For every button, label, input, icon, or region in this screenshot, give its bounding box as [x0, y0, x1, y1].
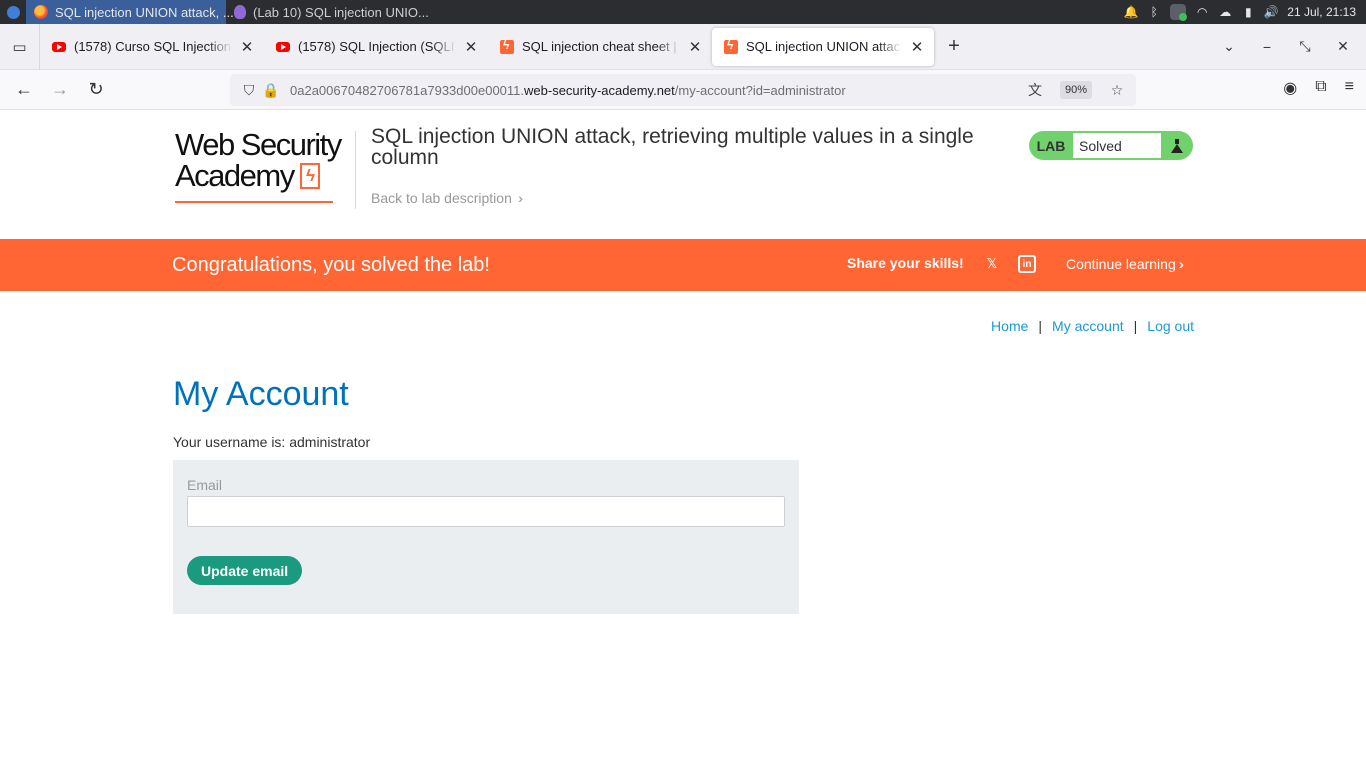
close-tab-icon[interactable]: ✕: [910, 38, 924, 56]
portswigger-icon: [724, 38, 738, 54]
twitter-icon[interactable]: 𝕏: [983, 255, 1001, 273]
list-all-tabs-icon[interactable]: ⌄: [1220, 38, 1238, 55]
extensions-icon[interactable]: ⧉: [1315, 78, 1326, 98]
browser-tab-strip: ▭ (1578) Curso SQL Injection (SQ ✕ (1578…: [0, 23, 1366, 70]
zoom-level[interactable]: 90%: [1059, 81, 1092, 99]
taskbar-task-lab[interactable]: (Lab 10) SQL injection UNIO...: [226, 0, 429, 24]
nav-home-link[interactable]: Home: [991, 318, 1028, 334]
menu-icon[interactable]: ≡: [1345, 78, 1354, 98]
share-skills-label: Share your skills!: [847, 255, 964, 271]
nav-separator: |: [1133, 318, 1138, 334]
page-title: My Account: [173, 375, 349, 413]
translate-icon[interactable]: 文: [1024, 80, 1046, 100]
volume-icon[interactable]: 🔊: [1264, 5, 1279, 19]
battery-icon[interactable]: ▮: [1241, 5, 1255, 19]
cloud-icon[interactable]: ☁: [1218, 5, 1232, 19]
url-bar[interactable]: ⛉ 🔒 0a2a00670482706781a7933d00e00011.web…: [230, 74, 1136, 106]
nav-separator: |: [1038, 318, 1043, 334]
lab-status-text: Solved: [1073, 133, 1161, 158]
new-tab-button[interactable]: +: [934, 35, 974, 58]
youtube-icon: [52, 41, 66, 52]
lightning-bolt-icon: ϟ: [299, 162, 320, 189]
notifications-icon[interactable]: 🔔: [1124, 5, 1139, 19]
close-tab-icon[interactable]: ✕: [240, 38, 254, 56]
lab-status-badge: LAB Solved: [1029, 131, 1193, 160]
taskbar-task-firefox[interactable]: SQL injection UNION attack, ...: [26, 0, 234, 24]
wifi-icon[interactable]: ◠: [1195, 5, 1209, 19]
reload-button[interactable]: ↻: [78, 74, 114, 106]
firefox-view-icon: ▭: [12, 38, 27, 56]
nav-log-out-link[interactable]: Log out: [1147, 318, 1194, 334]
solved-banner: Congratulations, you solved the lab! Sha…: [0, 239, 1366, 291]
browser-tab[interactable]: SQL injection cheat sheet | We ✕: [488, 28, 712, 66]
youtube-icon: [276, 41, 290, 52]
security-shield-icon[interactable]: [1170, 4, 1188, 21]
account-icon[interactable]: ◉: [1283, 78, 1297, 98]
firefox-icon: [34, 5, 48, 19]
system-tray: 🔔 ᛒ ◠ ☁ ▮ 🔊 21 Jul, 21:13: [1124, 4, 1366, 21]
web-security-academy-logo[interactable]: Web Security Academy ϟ: [175, 127, 353, 203]
browser-tab[interactable]: (1578) Curso SQL Injection (SQ ✕: [40, 28, 264, 66]
url-text[interactable]: 0a2a00670482706781a7933d00e00011.web-sec…: [290, 83, 846, 98]
brand-line-2: Academy: [175, 158, 295, 193]
os-taskbar: SQL injection UNION attack, ... (Lab 10)…: [0, 0, 1366, 24]
tracking-protection-icon[interactable]: ⛉: [238, 82, 260, 99]
update-email-button[interactable]: Update email: [187, 556, 303, 585]
navigation-toolbar: ← → ↻ ⛉ 🔒 0a2a00670482706781a7933d00e000…: [0, 70, 1366, 110]
back-button[interactable]: ←: [6, 74, 42, 106]
tab-title: SQL injection cheat sheet | We: [522, 39, 680, 54]
lock-icon[interactable]: 🔒: [260, 82, 282, 99]
brand-line-1: Web Security: [175, 127, 342, 162]
firefox-view-button[interactable]: ▭: [0, 23, 40, 70]
email-label: Email: [187, 477, 223, 493]
close-window-icon[interactable]: ✕: [1334, 38, 1352, 55]
update-email-form: Email Update email: [173, 460, 799, 614]
continue-learning-label: Continue learning: [1066, 256, 1176, 272]
web-page: Web Security Academy ϟ SQL injection UNIO…: [0, 111, 1366, 768]
forward-button[interactable]: →: [42, 74, 78, 106]
site-nav: Home | My account | Log out: [991, 318, 1194, 334]
portswigger-icon: [500, 38, 514, 54]
congratulations-message: Congratulations, you solved the lab!: [172, 254, 490, 276]
lab-header: Web Security Academy ϟ SQL injection UNIO…: [0, 111, 1366, 239]
launcher-icon: [6, 5, 20, 19]
browser-tab[interactable]: (1578) SQL Injection (SQLI) - E ✕: [264, 28, 488, 66]
back-to-lab-description-link[interactable]: Back to lab description ››: [371, 190, 525, 206]
minimize-icon[interactable]: −: [1258, 39, 1276, 55]
bluetooth-icon[interactable]: ᛒ: [1147, 5, 1161, 19]
app-launcher-button[interactable]: [0, 0, 26, 24]
taskbar-task-label: SQL injection UNION attack, ...: [55, 4, 234, 20]
close-tab-icon[interactable]: ✕: [688, 38, 702, 56]
tab-title: (1578) Curso SQL Injection (SQ: [74, 39, 232, 54]
email-field[interactable]: [187, 496, 785, 527]
account-content: My Account Your username is: administrat…: [173, 375, 799, 614]
lab-badge-label: LAB: [1036, 137, 1066, 154]
clock[interactable]: 21 Jul, 21:13: [1287, 5, 1356, 19]
double-chevron-right-icon: ››: [517, 190, 525, 206]
taskbar-task-label: (Lab 10) SQL injection UNIO...: [253, 4, 429, 20]
back-link-label: Back to lab description: [371, 190, 512, 206]
tab-title: (1578) SQL Injection (SQLI) - E: [298, 39, 456, 54]
close-tab-icon[interactable]: ✕: [464, 38, 478, 56]
brand-underline: [175, 201, 333, 203]
lab-title: SQL injection UNION attack, retrieving m…: [371, 125, 974, 169]
flask-icon: [1161, 138, 1193, 153]
bookmark-star-icon[interactable]: ☆: [1106, 82, 1128, 99]
browser-tab-active[interactable]: SQL injection UNION attack, r ✕: [712, 27, 934, 66]
linkedin-icon[interactable]: in: [1018, 255, 1036, 273]
tab-title: SQL injection UNION attack, r: [746, 39, 902, 54]
double-chevron-right-icon: ››: [1178, 256, 1186, 272]
header-divider: [355, 131, 356, 209]
username-text: Your username is: administrator: [173, 434, 371, 450]
app-icon: [234, 5, 246, 19]
nav-my-account-link[interactable]: My account: [1052, 318, 1124, 334]
restore-icon[interactable]: ⤡: [1296, 38, 1314, 55]
continue-learning-link[interactable]: Continue learning ››: [1066, 256, 1186, 272]
